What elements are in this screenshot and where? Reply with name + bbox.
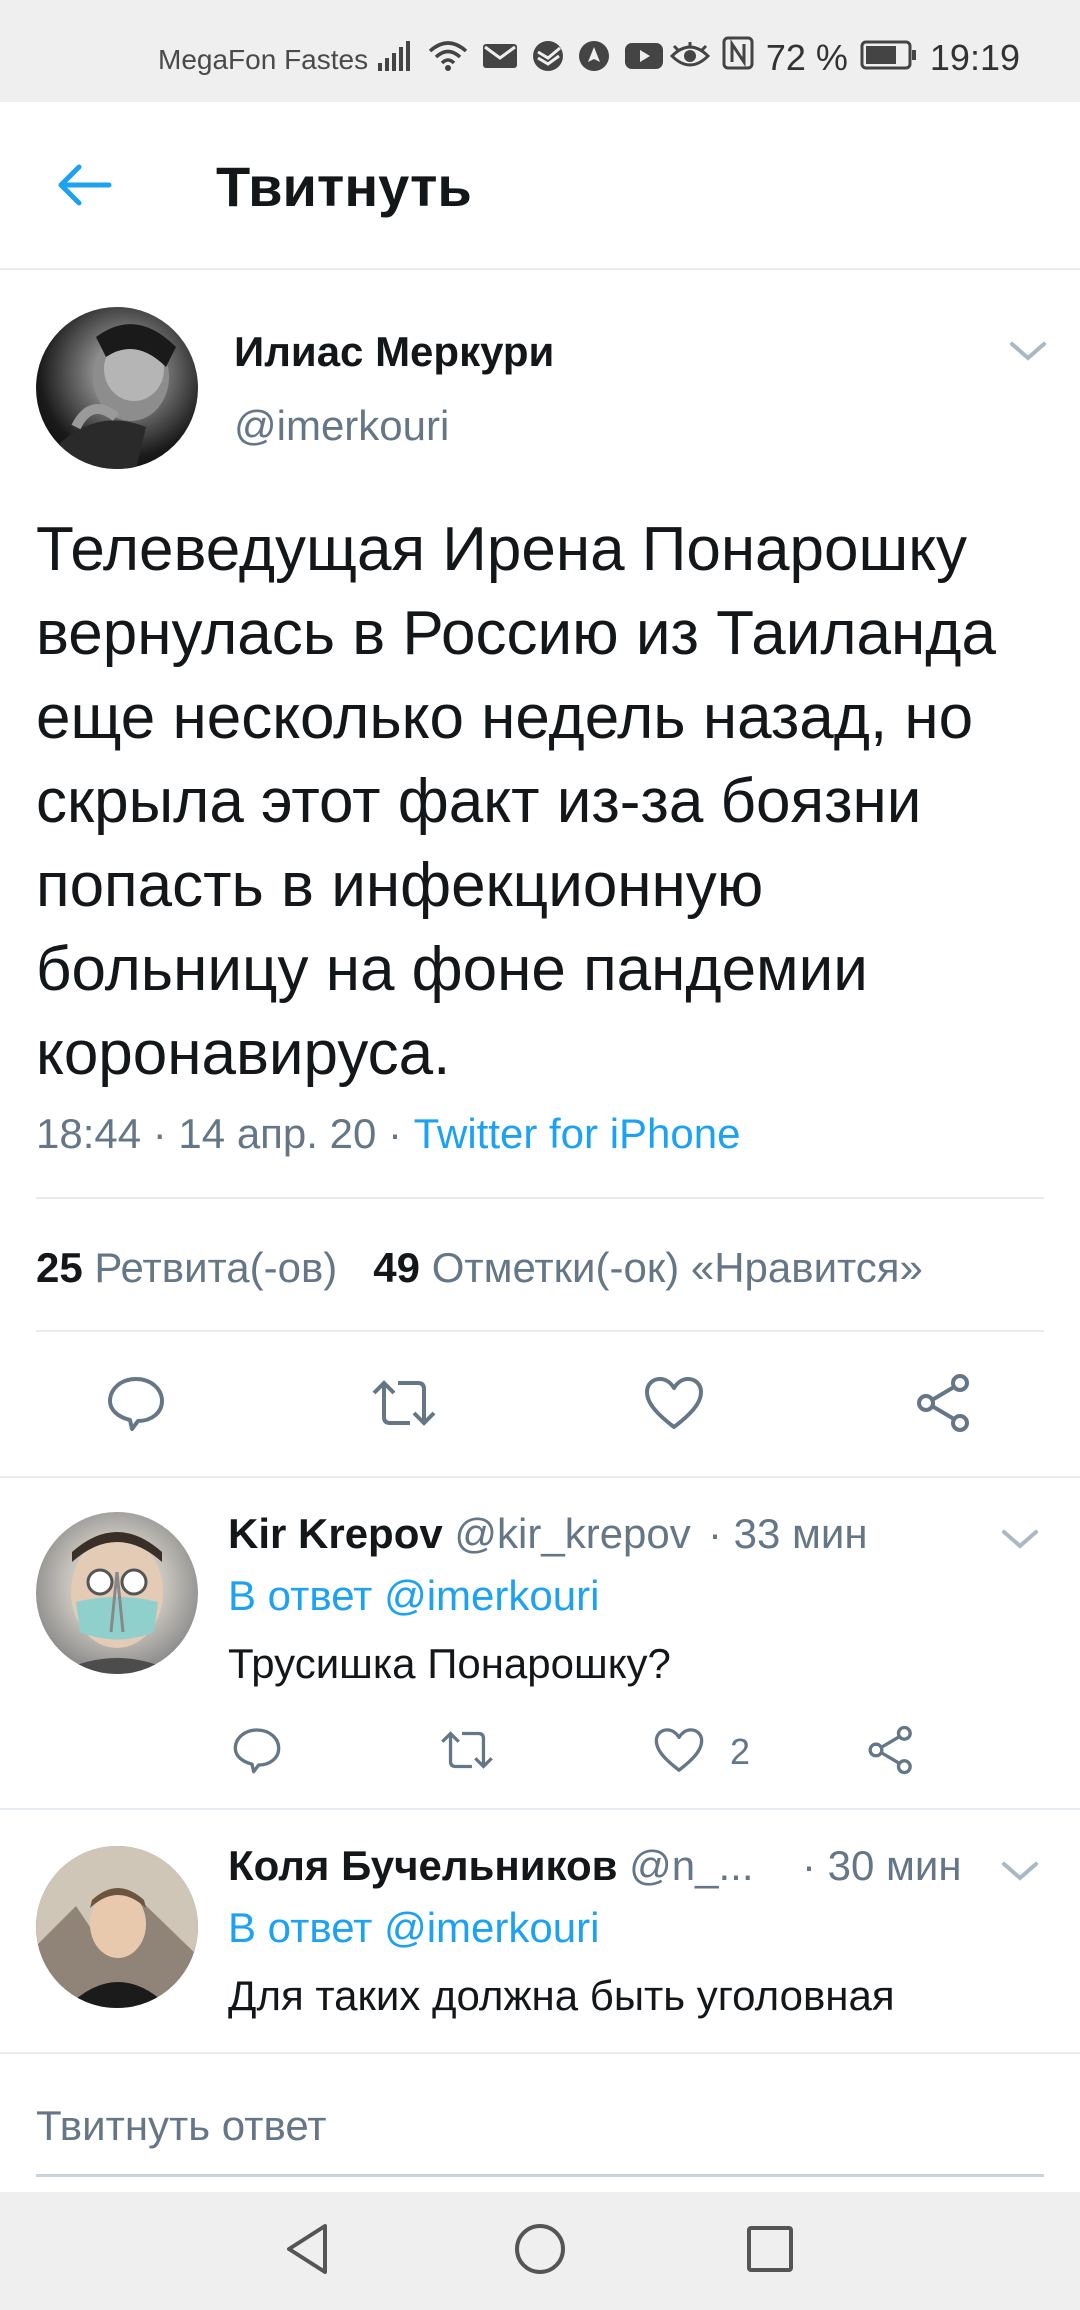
square-recents-icon <box>745 2224 795 2279</box>
nav-back-button[interactable] <box>268 2216 348 2286</box>
retweet-icon <box>370 1373 438 1438</box>
like-button[interactable] <box>634 1370 714 1440</box>
compose-underline <box>36 2174 1044 2177</box>
heart-icon <box>643 1375 705 1436</box>
reply-in-reply-to: В ответ @imerkouri <box>228 1572 599 1620</box>
status-bar: MegaFon Fastes 72 % 19:19 <box>0 0 1080 102</box>
triangle-back-icon <box>283 2222 333 2281</box>
reply-icon <box>232 1725 282 1780</box>
nav-home-button[interactable] <box>500 2216 580 2286</box>
reply-author-name[interactable]: Коля Бучельников <box>228 1842 617 1889</box>
reply-header: Kir Krepov @kir_krepov <box>228 1510 691 1558</box>
nav-recents-button[interactable] <box>730 2216 810 2286</box>
system-nav-bar <box>0 2192 1080 2310</box>
likes-label: Отметки(-ок) «Нравится» <box>431 1244 923 1291</box>
retweets-count: 25 <box>36 1244 83 1291</box>
retweet-icon <box>439 1725 495 1780</box>
chevron-down-icon <box>998 1530 1042 1556</box>
location-icon <box>578 40 610 77</box>
author-avatar[interactable] <box>36 307 198 469</box>
nfc-icon <box>722 36 754 79</box>
reply-to-link[interactable]: @imerkouri <box>384 1904 599 1951</box>
author-handle[interactable]: @imerkouri <box>234 402 449 450</box>
tweet-timestamp: 18:44 · 14 апр. 20 · <box>36 1110 414 1157</box>
reply-like-button[interactable] <box>644 1722 714 1782</box>
tweet-text: Телеведущая Ирена Понарошку вернулась в … <box>36 515 996 1088</box>
share-icon <box>866 1725 916 1780</box>
reply-avatar[interactable] <box>36 1846 198 2008</box>
tweet-menu-button[interactable] <box>1006 336 1050 364</box>
compose-reply-input[interactable]: Твитнуть ответ <box>36 2102 327 2150</box>
share-button[interactable] <box>904 1370 984 1440</box>
reply-text: Трусишка Понарошку? <box>228 1640 671 1687</box>
mail-icon <box>482 43 518 74</box>
reply-text: Для таких должна быть уголовная <box>228 1972 895 2019</box>
sberbank-icon <box>532 40 564 77</box>
retweet-button[interactable] <box>364 1370 444 1440</box>
clock: 19:19 <box>929 36 1020 78</box>
reply-avatar[interactable] <box>36 1512 198 1674</box>
chevron-down-icon <box>998 1862 1042 1888</box>
reply-share-button[interactable] <box>856 1722 926 1782</box>
reply-author-handle[interactable]: @kir_krepov <box>454 1510 690 1557</box>
header: Твитнуть <box>0 102 1080 270</box>
divider <box>0 1476 1080 1478</box>
retweets-label: Ретвита(-ов) <box>94 1244 338 1291</box>
reply-author-handle[interactable]: @n_... <box>629 1842 753 1889</box>
circle-home-icon <box>513 2222 567 2281</box>
page-title: Твитнуть <box>216 155 472 218</box>
likes-count: 49 <box>373 1244 421 1291</box>
tweet-stats: 25 Ретвита(-ов) 49 Отметки(-ок) «Нравится… <box>36 1244 923 1292</box>
youtube-icon <box>624 42 664 75</box>
reply-prefix: В ответ <box>228 1904 385 1951</box>
likes-stat[interactable]: 49 Отметки(-ок) «Нравится» <box>373 1244 923 1291</box>
signal-icon <box>378 41 414 76</box>
status-icons <box>378 40 664 77</box>
divider <box>36 1330 1044 1332</box>
reply-reply-button[interactable] <box>222 1722 292 1782</box>
status-right: 72 % 19:19 <box>669 36 1020 79</box>
divider <box>0 1808 1080 1810</box>
back-button[interactable] <box>40 152 130 222</box>
reply-retweet-button[interactable] <box>432 1722 502 1782</box>
divider <box>36 1197 1044 1199</box>
chevron-down-icon <box>1006 342 1050 368</box>
tweet-meta: 18:44 · 14 апр. 20 · Twitter for iPhone <box>36 1110 740 1158</box>
carrier-name: MegaFon Fastes <box>158 44 369 75</box>
reply-to-link[interactable]: @imerkouri <box>384 1572 599 1619</box>
retweets-stat[interactable]: 25 Ретвита(-ов) <box>36 1244 337 1291</box>
eye-icon <box>669 37 710 79</box>
wifi-icon <box>428 41 468 76</box>
back-arrow-icon <box>57 163 113 212</box>
reply-prefix: В ответ <box>228 1572 385 1619</box>
tweet-source-link[interactable]: Twitter for iPhone <box>414 1110 741 1157</box>
reply-author-name[interactable]: Kir Krepov <box>228 1510 443 1557</box>
share-icon <box>914 1373 974 1438</box>
battery-icon <box>860 37 918 79</box>
reply-like-count: 2 <box>730 1731 751 1772</box>
reply-time: · 30 мин <box>802 1842 962 1889</box>
reply-menu-button[interactable] <box>998 1524 1042 1552</box>
reply-menu-button[interactable] <box>998 1856 1042 1884</box>
battery-percent: 72 % <box>765 36 848 78</box>
reply-time: · 33 мин <box>708 1510 868 1557</box>
heart-icon <box>653 1726 705 1779</box>
reply-icon <box>106 1373 166 1438</box>
compose-reply-bar: Твитнуть ответ <box>0 2052 1080 2192</box>
reply-header: Коля Бучельников @n_... <box>228 1842 754 1890</box>
author-name[interactable]: Илиас Меркури <box>234 328 554 376</box>
reply-in-reply-to: В ответ @imerkouri <box>228 1904 599 1952</box>
reply-button[interactable] <box>96 1370 176 1440</box>
